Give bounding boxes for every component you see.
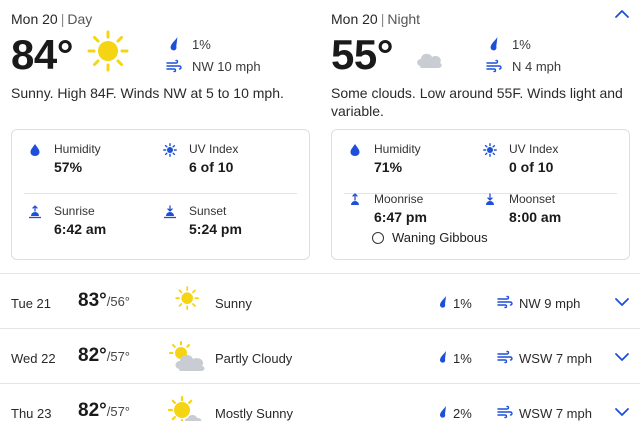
night-moonset: Moonset 8:00 am xyxy=(509,192,561,226)
sun-icon xyxy=(168,286,208,318)
day-part: Day xyxy=(67,11,93,27)
wind-icon xyxy=(497,405,513,419)
night-part: Night xyxy=(387,11,421,27)
uv-index-icon xyxy=(483,143,497,157)
day-mini-stats: 1% NW 10 mph xyxy=(166,34,261,78)
day-wind: NW 10 mph xyxy=(192,58,261,74)
forecast-condition: Partly Cloudy xyxy=(215,351,293,366)
day-date: Mon 20 xyxy=(11,11,58,27)
day-temperature: 84° xyxy=(11,31,74,78)
day-main-row: 84° 1% NW 10 mph xyxy=(11,32,311,84)
night-precip: 1% xyxy=(512,36,531,52)
mostly-sunny-icon xyxy=(168,396,202,421)
night-uv-value: 0 of 10 xyxy=(509,159,554,175)
night-mini-stats: 1% N 4 mph xyxy=(486,34,561,78)
precipitation-icon xyxy=(486,36,502,52)
forecast-row[interactable]: Thu 23 82°/57° Mostly Sunny 2% WSW 7 mph xyxy=(0,383,640,421)
uv-index-icon xyxy=(163,143,177,157)
precipitation-icon xyxy=(437,295,449,309)
precipitation-icon xyxy=(437,350,449,364)
forecast-temps: 82°/57° xyxy=(78,345,131,366)
sunset-icon xyxy=(163,205,177,219)
day-sunset: Sunset 5:24 pm xyxy=(189,204,242,238)
night-moonrise: Moonrise 6:47 pm xyxy=(374,192,427,226)
precipitation-icon xyxy=(166,36,182,52)
night-date: Mon 20 xyxy=(331,11,378,27)
forecast-temps: 83°/56° xyxy=(78,290,131,311)
night-wind: N 4 mph xyxy=(512,58,562,74)
day-humidity-value: 57% xyxy=(54,159,83,175)
day-header: Mon 20 | Day xyxy=(11,11,93,27)
expand-chevron-down-icon[interactable] xyxy=(614,352,630,362)
day-sunrise-value: 6:42 am xyxy=(54,221,107,237)
forecast-day: Wed 22 xyxy=(11,351,56,366)
forecast-precip: 1% xyxy=(453,351,472,366)
day-sunset-value: 5:24 pm xyxy=(189,221,242,237)
forecast-row[interactable]: Wed 22 82°/57° Partly Cloudy 1% WSW 7 mp… xyxy=(0,328,640,383)
day-details-card: Humidity 57% UV Index 6 of 10 Sunrise 6:… xyxy=(11,129,310,260)
forecast-condition: Sunny xyxy=(215,296,252,311)
night-uv: UV Index 0 of 10 xyxy=(509,142,558,176)
wind-icon xyxy=(166,58,182,74)
forecast-wind: WSW 7 mph xyxy=(519,351,592,366)
night-temperature: 55° xyxy=(331,31,394,78)
moonset-icon xyxy=(483,193,497,207)
night-details-card: Humidity 71% UV Index 0 of 10 Moonrise 6… xyxy=(331,129,630,260)
night-header: Mon 20 | Night xyxy=(331,11,421,27)
forecast-precip: 1% xyxy=(453,296,472,311)
moon-phase: Waning Gibbous xyxy=(372,230,488,245)
night-panel: Mon 20 | Night 55° 1% N 4 mph Some clouds.… xyxy=(331,0,631,120)
collapse-chevron-up-icon[interactable] xyxy=(614,8,630,20)
day-summary: Sunny. High 84F. Winds NW at 5 to 10 mph… xyxy=(11,85,284,101)
humidity-icon xyxy=(28,143,42,157)
forecast-condition: Mostly Sunny xyxy=(215,406,294,421)
moon-phase-icon xyxy=(372,231,384,244)
wind-icon xyxy=(497,295,513,309)
forecast-precip: 2% xyxy=(453,406,472,421)
night-moonrise-value: 6:47 pm xyxy=(374,209,427,225)
expand-chevron-down-icon[interactable] xyxy=(614,297,630,307)
precipitation-icon xyxy=(437,405,449,419)
night-humidity: Humidity 71% xyxy=(374,142,421,176)
forecast-row[interactable]: Tue 21 83°/56° Sunny 1% NW 9 mph xyxy=(0,273,640,328)
sun-icon xyxy=(87,30,129,72)
expand-chevron-down-icon[interactable] xyxy=(614,407,630,417)
moonrise-icon xyxy=(348,193,362,207)
night-main-row: 55° 1% N 4 mph xyxy=(331,32,631,84)
forecast-day: Tue 21 xyxy=(11,296,51,311)
forecast-wind: WSW 7 mph xyxy=(519,406,592,421)
forecast-temps: 82°/57° xyxy=(78,400,131,421)
day-sunrise: Sunrise 6:42 am xyxy=(54,204,106,238)
day-uv: UV Index 6 of 10 xyxy=(189,142,238,176)
night-summary: Some clouds. Low around 55F. Winds light… xyxy=(331,85,623,119)
day-humidity: Humidity 57% xyxy=(54,142,101,176)
day-precip: 1% xyxy=(192,36,211,52)
day-uv-value: 6 of 10 xyxy=(189,159,234,175)
day-panel: Mon 20 | Day 84° 1% NW 10 mph Sunny. High … xyxy=(11,0,311,102)
wind-icon xyxy=(497,350,513,364)
wind-icon xyxy=(486,58,502,74)
moon-cloud-icon xyxy=(416,36,442,68)
moon-phase-label: Waning Gibbous xyxy=(392,230,488,245)
night-humidity-value: 71% xyxy=(374,159,403,175)
night-moonset-value: 8:00 am xyxy=(509,209,562,225)
forecast-wind: NW 9 mph xyxy=(519,296,581,311)
divider xyxy=(24,193,297,194)
forecast-day: Thu 23 xyxy=(11,406,52,421)
humidity-icon xyxy=(348,143,362,157)
partly-cloudy-icon xyxy=(169,341,205,371)
sunrise-icon xyxy=(28,205,42,219)
